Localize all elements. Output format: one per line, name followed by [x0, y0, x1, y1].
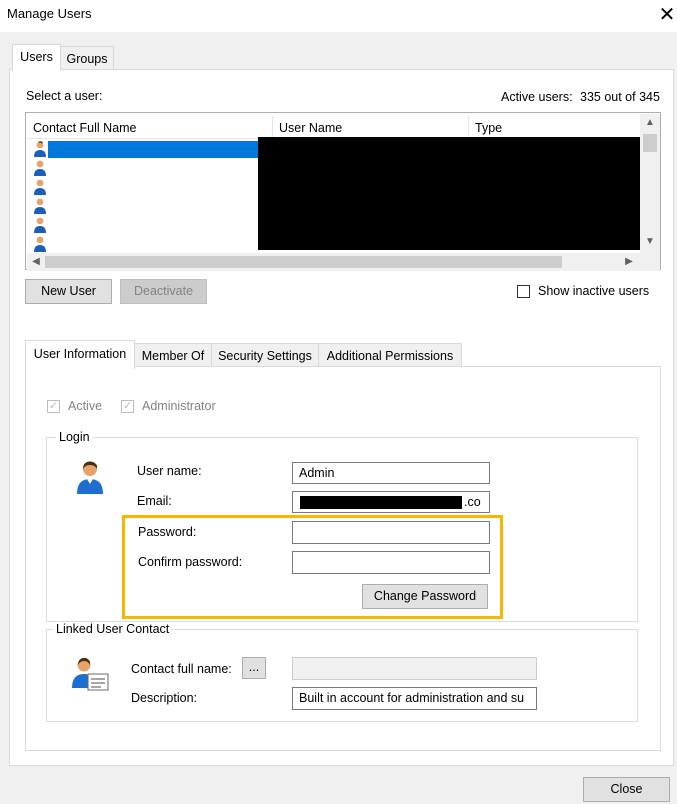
deactivate-button[interactable]: Deactivate: [120, 279, 207, 304]
user-name-label: User name:: [137, 464, 202, 478]
scroll-right-icon[interactable]: ▶: [623, 256, 635, 268]
description-input[interactable]: Built in account for administration and …: [292, 687, 537, 710]
active-checkbox[interactable]: ✓: [47, 400, 60, 413]
user-icon: [33, 160, 47, 176]
users-grid[interactable]: Contact Full Name User Name Type ▲ ▼ ◀ ▶: [25, 112, 661, 271]
grid-header: Contact Full Name User Name Type: [27, 114, 641, 139]
user-name-input[interactable]: Admin: [292, 462, 490, 484]
close-icon[interactable]: ✕: [657, 2, 677, 28]
scroll-down-icon[interactable]: ▼: [644, 236, 656, 248]
checkmark-icon: ✓: [122, 400, 133, 412]
scroll-left-icon[interactable]: ◀: [30, 256, 42, 268]
close-button[interactable]: Close: [583, 777, 670, 802]
contact-full-name-label: Contact full name:: [131, 662, 232, 676]
tab-user-information[interactable]: User Information: [25, 340, 135, 369]
browse-contact-button[interactable]: ...: [242, 657, 266, 679]
contact-full-name-input[interactable]: [292, 657, 537, 680]
user-icon: [33, 217, 47, 233]
email-suffix: .co: [464, 495, 481, 509]
tab-groups[interactable]: Groups: [60, 46, 114, 70]
highlight-box: [122, 515, 503, 619]
window-title: Manage Users: [7, 6, 92, 21]
new-user-button[interactable]: New User: [25, 279, 112, 304]
column-type[interactable]: Type: [469, 114, 639, 138]
vertical-scroll-thumb[interactable]: [643, 134, 657, 152]
user-icon: [33, 141, 47, 157]
horizontal-scrollbar[interactable]: ◀ ▶: [27, 253, 640, 271]
horizontal-scroll-thumb[interactable]: [45, 256, 562, 268]
user-avatar-icon: [76, 460, 104, 494]
scroll-corner: [640, 253, 660, 271]
administrator-checkbox[interactable]: ✓: [121, 400, 134, 413]
description-label: Description:: [131, 691, 197, 705]
tab-additional-permissions[interactable]: Additional Permissions: [318, 343, 462, 367]
tab-member-of[interactable]: Member Of: [134, 343, 212, 367]
contact-card-icon: [71, 656, 109, 692]
column-contact-full-name[interactable]: Contact Full Name: [27, 114, 272, 138]
scroll-up-icon[interactable]: ▲: [644, 117, 656, 129]
active-users-count: 335 out of 345: [580, 90, 660, 104]
linked-user-contact-title: Linked User Contact: [53, 622, 173, 636]
tab-users[interactable]: Users: [12, 44, 61, 71]
user-icon: [33, 179, 47, 195]
active-users-label: Active users:: [501, 90, 573, 104]
email-input[interactable]: .co: [292, 491, 490, 513]
active-label: Active: [68, 399, 103, 413]
show-inactive-label[interactable]: Show inactive users: [538, 284, 649, 298]
column-user-name[interactable]: User Name: [273, 114, 468, 138]
email-label: Email:: [137, 494, 172, 508]
vertical-scrollbar[interactable]: ▲ ▼: [640, 114, 660, 254]
title-bar: [0, 0, 677, 32]
select-user-label: Select a user:: [26, 89, 103, 103]
tab-security-settings[interactable]: Security Settings: [211, 343, 319, 367]
administrator-label: Administrator: [142, 399, 216, 413]
user-icon: [33, 198, 47, 214]
checkmark-icon: ✓: [48, 400, 59, 412]
login-group-title: Login: [56, 430, 93, 444]
user-icon: [33, 236, 47, 252]
show-inactive-checkbox[interactable]: [517, 285, 530, 298]
selected-row[interactable]: [48, 141, 258, 158]
redacted-region: [258, 137, 640, 250]
redacted-email: [300, 496, 462, 509]
